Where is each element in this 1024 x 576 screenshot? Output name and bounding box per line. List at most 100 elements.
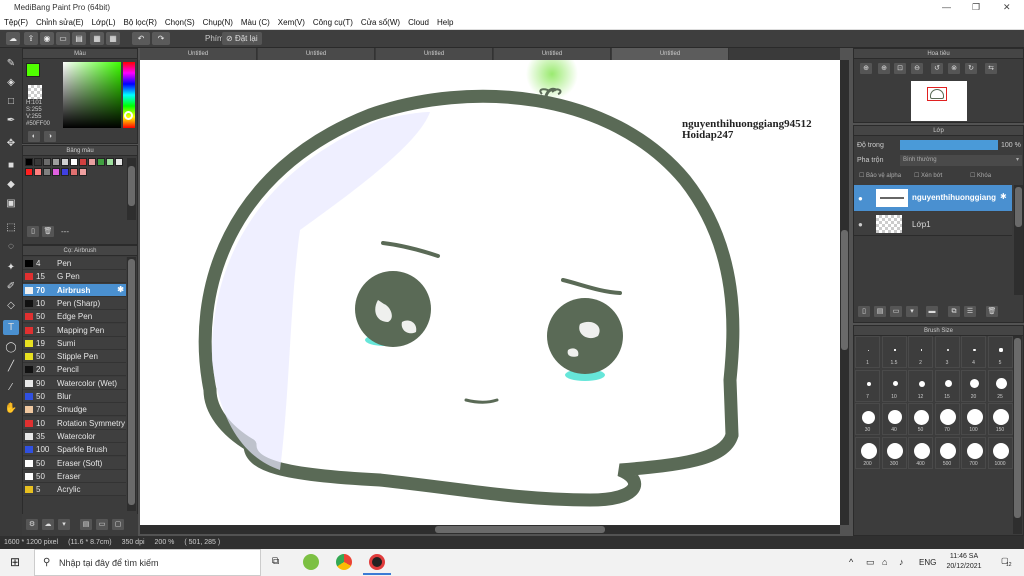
- brush-item[interactable]: 35 Watercolor: [23, 429, 126, 443]
- layer-row[interactable]: ● Lớp1: [854, 212, 1012, 236]
- grid-icon[interactable]: ▦: [90, 32, 104, 45]
- lasso-tool-icon[interactable]: ◌: [3, 239, 19, 254]
- layer-row-selected[interactable]: ● nguyenthihuonggiang ✱: [854, 185, 1012, 211]
- palette-swatch[interactable]: [43, 168, 51, 176]
- pen-tool-icon[interactable]: ✒: [3, 113, 19, 128]
- palette-swatch[interactable]: [52, 158, 60, 166]
- panel-icon[interactable]: ▤: [72, 32, 86, 45]
- brush-size-cell[interactable]: 20: [961, 369, 986, 402]
- zoom-in-icon[interactable]: ⊕: [860, 63, 872, 74]
- brush-item[interactable]: 50 Blur: [23, 390, 126, 403]
- menu-color[interactable]: Màu (C): [241, 18, 270, 27]
- brush-item[interactable]: 50 Edge Pen: [23, 310, 126, 324]
- new-halftone-layer-icon[interactable]: ▤: [874, 306, 886, 317]
- magic-wand-icon[interactable]: ✦: [3, 260, 19, 275]
- menu-window[interactable]: Cửa sổ(W): [361, 18, 400, 27]
- upload-icon[interactable]: ⇪: [24, 32, 38, 45]
- brush-item[interactable]: 20 Pencil: [23, 363, 126, 377]
- brush-size-cell[interactable]: 3: [934, 336, 960, 368]
- palette-swatch[interactable]: [106, 158, 114, 166]
- select-pen-icon[interactable]: ✐: [3, 279, 19, 294]
- select-tool-icon[interactable]: ⬚: [3, 220, 19, 235]
- brush-item[interactable]: 10 Pen (Sharp): [23, 296, 126, 310]
- brush-size-scrollbar[interactable]: [1013, 336, 1022, 534]
- palette-swatch[interactable]: [25, 168, 33, 176]
- network-icon[interactable]: ⌂: [882, 557, 887, 567]
- brush-folder-icon[interactable]: ▭: [96, 519, 108, 530]
- duplicate-layer-icon[interactable]: ▭: [890, 306, 902, 317]
- foreground-color-swatch[interactable]: [26, 63, 40, 77]
- brush-size-cell[interactable]: 700: [961, 436, 986, 469]
- palette-swatch[interactable]: [34, 158, 42, 166]
- brush-item[interactable]: 15 Mapping Pen: [23, 323, 126, 337]
- add-brush-icon[interactable]: ⚙: [26, 519, 38, 530]
- move-tool-icon[interactable]: ✥: [3, 136, 19, 151]
- comment-icon[interactable]: ◉: [40, 32, 54, 45]
- balloon-tool-icon[interactable]: ◯: [3, 340, 19, 355]
- brush-item[interactable]: 15 G Pen: [23, 270, 126, 284]
- canvas-horizontal-scrollbar[interactable]: [140, 525, 840, 534]
- palette-swatch[interactable]: [88, 158, 96, 166]
- cloud-brush-icon[interactable]: ☁: [42, 519, 54, 530]
- close-icon[interactable]: ✕: [1003, 2, 1011, 13]
- brush-tool-icon[interactable]: ✎: [3, 56, 19, 71]
- folder-icon[interactable]: ▬: [926, 306, 938, 317]
- menu-cloud[interactable]: Cloud: [408, 18, 429, 27]
- task-view-icon[interactable]: ⧉: [272, 556, 279, 567]
- brush-item[interactable]: 19 Sumi: [23, 336, 126, 350]
- brush-size-cell[interactable]: 1.5: [881, 336, 907, 368]
- brush-size-cell[interactable]: 25: [987, 369, 1013, 402]
- brush-item[interactable]: 70 Smudge: [23, 403, 126, 417]
- eye-icon[interactable]: ●: [858, 220, 863, 229]
- menu-snap[interactable]: Chụp(N): [203, 18, 233, 27]
- eyedropper-icon[interactable]: ⁄: [3, 380, 19, 395]
- maximize-icon[interactable]: ❐: [972, 2, 980, 13]
- hue-handle[interactable]: [124, 111, 133, 120]
- zoom-in-2-icon[interactable]: ⊕: [878, 63, 890, 74]
- menu-tools[interactable]: Công cụ(T): [313, 18, 353, 27]
- layer-menu-icon[interactable]: ▾: [906, 306, 918, 317]
- chevron-up-icon[interactable]: ^: [849, 557, 853, 567]
- rotate-left-icon[interactable]: ↺: [931, 63, 943, 74]
- tab-document-3[interactable]: Untitled: [376, 48, 493, 60]
- taskbar-search[interactable]: ⚲ Nhập tại đây để tìm kiếm: [34, 549, 261, 576]
- tab-document-4[interactable]: Untitled: [494, 48, 611, 60]
- brush-size-cell[interactable]: 300: [881, 436, 907, 469]
- rotate-right-icon[interactable]: ↻: [965, 63, 977, 74]
- language-indicator[interactable]: ENG: [919, 558, 936, 567]
- palette-swatch[interactable]: [52, 168, 60, 176]
- palette-swatch[interactable]: [115, 158, 123, 166]
- volume-icon[interactable]: ♪: [899, 557, 904, 567]
- brush-size-cell[interactable]: 12: [908, 369, 933, 402]
- brush-item[interactable]: 5 Acrylic: [23, 483, 126, 497]
- palette-swatch[interactable]: [25, 158, 33, 166]
- drawing-canvas[interactable]: nguyenthihuonggiang94512 Hoidap247: [140, 60, 840, 525]
- brush-size-cell[interactable]: 40: [881, 403, 907, 435]
- color-wheel-icon[interactable]: ◑: [44, 131, 56, 142]
- menu-select[interactable]: Chọn(S): [165, 18, 195, 27]
- layer-scrollbar[interactable]: [1014, 185, 1023, 295]
- brush-item[interactable]: 10 Rotation Symmetry: [23, 416, 126, 430]
- brush-item[interactable]: 4 Pen: [23, 257, 126, 270]
- palette-swatch[interactable]: [61, 168, 69, 176]
- palette-swatch[interactable]: [34, 168, 42, 176]
- palette-swatch[interactable]: [61, 158, 69, 166]
- brush-delete-icon[interactable]: ▢: [112, 519, 124, 530]
- clock[interactable]: 11:46 SA 20/12/2021: [944, 552, 984, 572]
- menu-help[interactable]: Help: [437, 18, 453, 27]
- copy-icon[interactable]: ▭: [56, 32, 70, 45]
- eraser-tool-icon[interactable]: ◈: [3, 75, 19, 90]
- brush-item[interactable]: 100 Sparkle Brush: [23, 443, 126, 457]
- menu-layer[interactable]: Lớp(L): [92, 18, 116, 27]
- grid2-icon[interactable]: ▦: [106, 32, 120, 45]
- brush-size-cell[interactable]: 15: [934, 369, 960, 402]
- brush-size-cell[interactable]: 100: [961, 403, 986, 435]
- layer-settings-icon[interactable]: ☰: [964, 306, 976, 317]
- brush-size-cell[interactable]: 200: [855, 436, 880, 469]
- brush-scrollbar[interactable]: [127, 257, 136, 511]
- palette-swatch[interactable]: [70, 168, 78, 176]
- brush-item[interactable]: 70 Airbrush ✱: [23, 283, 126, 297]
- fill-tool-icon[interactable]: ◆: [3, 177, 19, 192]
- brush-size-cell[interactable]: 7: [855, 369, 880, 402]
- text-tool-icon[interactable]: T: [3, 320, 19, 335]
